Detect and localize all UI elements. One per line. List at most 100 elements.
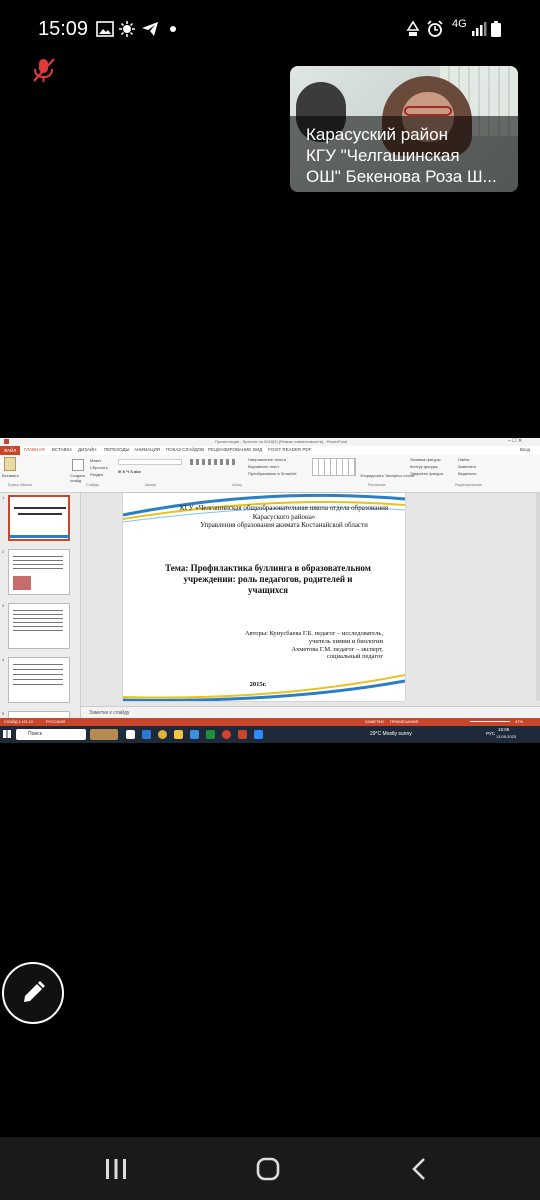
tab-foxit[interactable]: FOXIT READER PDF — [268, 447, 311, 452]
sign-in-link[interactable]: Вход — [520, 447, 530, 452]
zoom-level: 47% — [515, 719, 524, 724]
shape-outline-button[interactable]: Контур фигуры — [410, 464, 438, 469]
tab-home[interactable]: ГЛАВНАЯ — [24, 447, 45, 452]
alarm-icon — [427, 20, 443, 37]
battery-icon — [491, 21, 501, 37]
new-slide-label: Создать слайд — [70, 473, 86, 483]
arrange-button[interactable]: Упорядочить — [360, 473, 384, 478]
group-clipboard: Буфер обмена — [8, 483, 32, 487]
font-format-buttons[interactable]: Ж К Ч S abc — [118, 469, 141, 474]
mic-muted-button[interactable] — [28, 56, 60, 84]
language-indicator: РУССКИЙ — [46, 719, 65, 724]
shape-fill-button[interactable]: Заливка фигуры — [410, 457, 441, 462]
annotate-button[interactable] — [2, 962, 64, 1024]
current-slide[interactable]: КГУ «Челгашинская общеобразовательная шк… — [123, 493, 405, 701]
back-icon[interactable] — [408, 1157, 432, 1181]
powerpoint-taskbar-icon[interactable] — [238, 730, 247, 739]
notes-placeholder: Заметки к слайду — [89, 710, 130, 716]
dot-icon — [170, 26, 176, 32]
paste-icon[interactable] — [4, 457, 16, 471]
tab-insert[interactable]: ВСТАВКА — [52, 447, 72, 452]
slide-thumbnail[interactable] — [8, 495, 70, 541]
ppt-window-title: Презентация - буллинг на 2018(2) [Режим … — [215, 439, 348, 444]
window-controls-icon[interactable]: – ☐ ✕ — [508, 438, 522, 444]
android-nav-bar — [0, 1137, 540, 1200]
recycle-icon — [406, 20, 420, 36]
tab-slideshow[interactable]: ПОКАЗ СЛАЙДОВ — [166, 447, 204, 452]
taskbar-time[interactable]: 15:08 — [498, 727, 509, 732]
reset-button[interactable]: Сбросить — [90, 465, 108, 470]
slide-school-header: КГУ «Челгашинская общеобразовательная шк… — [179, 504, 389, 530]
align-text-button[interactable]: Выровнять текст — [248, 464, 279, 469]
video-person-glasses — [404, 106, 452, 116]
slide-thumbnails-pane: 1 2 3 4 5 — [0, 493, 81, 726]
mic-off-icon — [33, 58, 55, 82]
slide-editor-area[interactable]: КГУ «Челгашинская общеобразовательная шк… — [81, 493, 540, 726]
taskbar-search-input[interactable]: Поиск — [16, 729, 86, 740]
tab-transitions[interactable]: ПЕРЕХОДЫ — [104, 447, 130, 452]
thumb-number: 1 — [2, 495, 5, 500]
tab-design[interactable]: ДИЗАЙН — [78, 447, 97, 452]
tab-animation[interactable]: АНИМАЦИЯ — [134, 447, 160, 452]
home-icon[interactable] — [256, 1157, 280, 1181]
chrome-icon[interactable] — [158, 730, 167, 739]
ppt-ribbon: Вставить Создать слайд Макет Сбросить Ра… — [0, 455, 540, 493]
ppt-logo-icon — [4, 439, 9, 444]
taskbar-language[interactable]: РУС — [486, 731, 495, 736]
participant-video-tile[interactable]: Карасуский район КГУ "Челгашинская ОШ" Б… — [290, 66, 518, 192]
slide-title: Тема: Профилактика буллинга в образовате… — [165, 563, 371, 595]
weather-icon — [119, 21, 135, 37]
taskbar-date[interactable]: 13.09.2023 — [496, 734, 516, 739]
section-button[interactable]: Раздел — [90, 472, 103, 477]
select-button[interactable]: Выделить — [458, 471, 476, 476]
status-bar: 15:09 4G — [0, 0, 540, 60]
slide-authors: Авторы: Кунусбаева Г.Б. педагог – исслед… — [244, 630, 383, 661]
layout-button[interactable]: Макет — [90, 458, 101, 463]
store-icon[interactable] — [190, 730, 199, 739]
windows-start-icon[interactable] — [3, 730, 11, 738]
network-type: 4G — [452, 18, 467, 30]
edge-icon[interactable] — [142, 730, 151, 739]
font-name-select[interactable] — [118, 459, 182, 465]
tab-view[interactable]: ВИД — [253, 447, 262, 452]
notes-button[interactable]: ЗАМЕТКИ — [365, 719, 384, 724]
slide-thumbnail[interactable] — [8, 549, 70, 595]
slide-thumbnail[interactable] — [8, 603, 70, 649]
zoom-slider[interactable] — [470, 721, 510, 722]
app-icon-green[interactable] — [206, 730, 215, 739]
paste-label: Вставить — [2, 473, 19, 478]
new-slide-icon[interactable] — [72, 459, 84, 471]
replace-button[interactable]: Заменить — [458, 464, 476, 469]
text-direction-button[interactable]: Направление текста — [248, 457, 286, 462]
zoom-taskbar-icon[interactable] — [254, 730, 263, 739]
group-paragraph: Абзац — [232, 483, 242, 487]
taskbar-weather[interactable]: 29°C Mostly sunny — [370, 731, 412, 737]
shapes-gallery[interactable] — [312, 458, 356, 476]
pencil-icon — [24, 981, 45, 1002]
recents-icon[interactable] — [104, 1157, 128, 1181]
find-button[interactable]: Найти — [458, 457, 469, 462]
smartart-button[interactable]: Преобразовать в SmartArt — [248, 471, 297, 476]
opera-icon[interactable] — [222, 730, 231, 739]
ppt-status-bar: СЛАЙД 1 ИЗ 10 РУССКИЙ ЗАМЕТКИ ПРИМЕЧАНИЯ… — [0, 718, 540, 726]
taskbar-widget-image[interactable] — [90, 729, 118, 740]
file-explorer-icon[interactable] — [174, 730, 183, 739]
paragraph-controls[interactable] — [190, 459, 238, 465]
shared-screen[interactable]: Презентация - буллинг на 2018(2) [Режим … — [0, 438, 540, 743]
shape-effects-button[interactable]: Эффекты фигуры — [410, 471, 443, 476]
slide-bottom-wave — [123, 674, 405, 701]
slide-scrollbar[interactable] — [536, 493, 540, 701]
tab-review[interactable]: РЕЦЕНЗИРОВАНИЕ — [208, 447, 251, 452]
comments-button[interactable]: ПРИМЕЧАНИЯ — [390, 719, 418, 724]
task-view-icon[interactable] — [126, 730, 135, 739]
slide-thumbnail[interactable] — [8, 657, 70, 703]
group-font: Шрифт — [145, 483, 157, 487]
slide-counter: СЛАЙД 1 ИЗ 10 — [4, 719, 33, 724]
tab-file[interactable]: ФАЙЛ — [0, 446, 20, 455]
windows-taskbar: Поиск 29°C Mostly sunny РУС 15:08 13.09.… — [0, 726, 540, 743]
status-time: 15:09 — [38, 18, 89, 40]
group-slides: Слайды — [86, 483, 100, 487]
image-icon — [96, 21, 114, 37]
participant-name: Карасуский район КГУ "Челгашинская ОШ" Б… — [290, 116, 518, 192]
thumb-number: 3 — [2, 603, 5, 608]
